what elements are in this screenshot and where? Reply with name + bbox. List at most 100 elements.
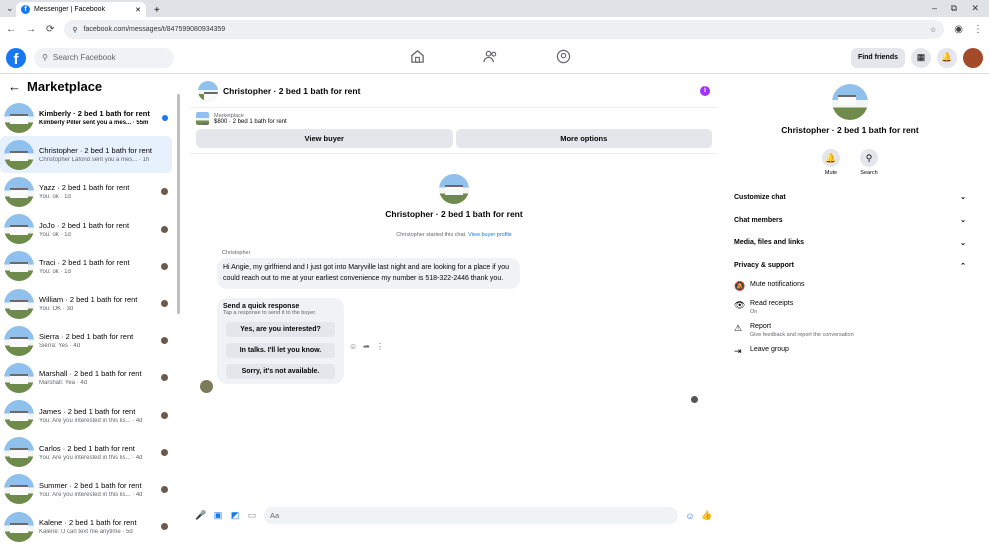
emoji-icon[interactable]: ☺ (685, 511, 695, 521)
new-tab-icon[interactable]: + (154, 5, 160, 16)
section-privacy-support[interactable]: Privacy & support ⌃ (726, 254, 974, 277)
chat-intro-name: Christopher · 2 bed 1 bath for rent (385, 209, 523, 219)
facebook-logo-icon[interactable]: f (6, 47, 26, 68)
search-input[interactable]: ⚲ Search Facebook (34, 47, 174, 68)
conversation-thumbnail (4, 176, 34, 207)
section-chat-members[interactable]: Chat members ⌄ (726, 209, 974, 232)
more-options-button[interactable]: More options (455, 129, 712, 148)
react-emoji-icon[interactable]: ☺ (349, 342, 357, 351)
conversation-item[interactable]: Christopher · 2 bed 1 bath for rent Chris… (0, 136, 172, 174)
mute-notifications-item[interactable]: 🔕 Mute notifications (726, 277, 974, 296)
conversation-thumbnail (4, 251, 34, 282)
bookmark-star-icon[interactable]: ☆ (930, 26, 936, 34)
chat-avatar[interactable] (198, 80, 218, 101)
started-text: Christopher started this chat. (396, 232, 467, 238)
chat-title[interactable]: Christopher · 2 bed 1 bath for rent (223, 86, 360, 96)
search-icon: ⚲ (860, 149, 878, 167)
mute-button[interactable]: 🔔 Mute (822, 149, 840, 176)
conversation-snippet: You: ok · 1d (39, 231, 71, 238)
close-window-icon[interactable]: ✕ (971, 3, 979, 14)
quick-response-not-available[interactable]: Sorry, it's not available. (226, 364, 335, 379)
quick-response-yes[interactable]: Yes, are you interested? (226, 322, 335, 337)
read-avatar (161, 374, 168, 382)
tab-menu-icon[interactable]: ⌄ (6, 3, 14, 14)
leave-group-item[interactable]: ⇥ Leave group (726, 342, 974, 361)
listing-thumbnail[interactable] (196, 112, 209, 125)
microphone-icon[interactable]: 🎤 (195, 510, 206, 521)
sticker-icon[interactable]: ◩ (230, 510, 240, 521)
conversation-item[interactable]: Summer · 2 bed 1 bath for rent You: Are y… (0, 471, 172, 508)
conversation-item[interactable]: Kalene · 2 bed 1 bath for rent Kalene: U … (0, 508, 172, 545)
menu-grid-icon[interactable]: ▦ (911, 47, 931, 68)
chat-large-avatar (439, 174, 469, 204)
home-icon[interactable] (410, 49, 425, 64)
conversation-thumbnail (4, 400, 34, 431)
reload-icon[interactable]: ⟳ (46, 24, 54, 35)
back-icon[interactable]: ← (6, 24, 16, 35)
conversation-name: Marshall · 2 bed 1 bath for rent (39, 369, 142, 379)
minimize-icon[interactable]: – (932, 3, 937, 13)
conversation-item[interactable]: Traci · 2 bed 1 bath for rent You: ok · 1… (0, 248, 172, 285)
chevron-down-icon: ⌄ (960, 217, 966, 225)
search-chat-button[interactable]: ⚲ Search (860, 149, 878, 176)
conversation-item[interactable]: James · 2 bed 1 bath for rent You: Are yo… (0, 397, 172, 434)
browser-tab[interactable]: f Messenger | Facebook ✕ (16, 2, 146, 17)
eye-icon: 👁 (734, 300, 746, 311)
section-customize-chat[interactable]: Customize chat ⌄ (726, 186, 974, 209)
conversation-name: Yazz · 2 bed 1 bath for rent (39, 183, 130, 193)
browser-chrome: ⌄ f Messenger | Facebook ✕ + – ⧉ ✕ ← → ⟳… (0, 0, 989, 42)
more-actions-icon[interactable]: ⋮ (376, 342, 384, 351)
sender-avatar[interactable] (200, 380, 213, 393)
profile-icon[interactable]: ◉ (954, 24, 963, 35)
conversation-item[interactable]: Yazz · 2 bed 1 bath for rent You: ok · 1d (0, 173, 172, 210)
facebook-header: f ⚲ Search Facebook Find friends ▦ 🔔 (0, 42, 989, 74)
reply-icon[interactable]: ➦ (363, 342, 370, 351)
conversation-item[interactable]: JoJo · 2 bed 1 bath for rent You: ok · 1d (0, 211, 172, 248)
conversation-snippet: You: OK · 3d (39, 306, 74, 313)
back-arrow-icon[interactable]: ← (8, 79, 21, 94)
read-avatar (161, 411, 168, 419)
site-info-icon[interactable]: ⚲ (72, 26, 77, 34)
conversation-thumbnail (4, 362, 34, 393)
photo-icon[interactable]: ▣ (213, 510, 223, 521)
restore-icon[interactable]: ⧉ (951, 3, 957, 14)
view-buyer-button[interactable]: View buyer (196, 129, 453, 148)
notifications-bell-icon[interactable]: 🔔 (937, 47, 957, 68)
conversation-snippet: Kimberly Piller sent you a mes... · 55m (39, 120, 149, 127)
listing-text[interactable]: $800 · 2 bed 1 bath for rent (214, 119, 287, 125)
conversation-name: William · 2 bed 1 bath for rent (39, 295, 138, 305)
report-item[interactable]: ⚠ Report Give feedback and report the conv… (726, 319, 974, 342)
conversation-item[interactable]: Sierra · 2 bed 1 bath for rent Sierra: Ye… (0, 322, 172, 359)
view-buyer-profile-link[interactable]: View buyer profile (468, 232, 512, 238)
profile-circle-icon[interactable] (556, 49, 571, 64)
conversation-thumbnail (4, 325, 34, 356)
conversation-item[interactable]: Marshall · 2 bed 1 bath for rent Marshall… (0, 359, 172, 396)
info-icon[interactable]: i (700, 85, 710, 96)
read-receipts-item[interactable]: 👁 Read receipts On (726, 296, 974, 319)
address-bar[interactable]: ⚲ facebook.com/messages/t/84759908093435… (64, 20, 945, 39)
message-bubble[interactable]: Hi Angie, my girlfriend and I just got i… (217, 258, 520, 289)
conversation-name: Traci · 2 bed 1 bath for rent (39, 257, 130, 267)
quick-response-card: Send a quick response Tap a response to … (217, 298, 344, 384)
conversation-snippet: You: ok · 1d (39, 268, 71, 275)
message-composer: 🎤 ▣ ◩ ▭ Aa ☺ 👍 (190, 507, 718, 524)
account-avatar[interactable] (963, 47, 983, 68)
forward-icon[interactable]: → (26, 24, 36, 35)
seen-avatar (691, 396, 698, 403)
like-thumb-icon[interactable]: 👍 (701, 510, 712, 521)
friends-icon[interactable] (483, 49, 498, 64)
conversation-item[interactable]: Carlos · 2 bed 1 bath for rent You: Are y… (0, 434, 172, 471)
quick-response-in-talks[interactable]: In talks. I'll let you know. (226, 343, 335, 358)
conversation-item[interactable]: Kimberly · 2 bed 1 bath for rent Kimberly… (0, 99, 172, 136)
find-friends-button[interactable]: Find friends (850, 47, 905, 68)
close-tab-icon[interactable]: ✕ (135, 6, 141, 14)
message-input[interactable]: Aa (264, 507, 678, 524)
section-media-files[interactable]: Media, files and links ⌄ (726, 232, 974, 255)
panel-avatar (832, 84, 868, 120)
message-sender: Christopher (222, 250, 251, 256)
conversation-item[interactable]: William · 2 bed 1 bath for rent You: OK ·… (0, 285, 172, 322)
sidebar-scrollbar[interactable] (177, 94, 180, 314)
conversation-name: Kalene · 2 bed 1 bath for rent (39, 518, 137, 528)
gif-icon[interactable]: ▭ (247, 510, 257, 521)
menu-dots-icon[interactable]: ⋮ (973, 24, 983, 35)
